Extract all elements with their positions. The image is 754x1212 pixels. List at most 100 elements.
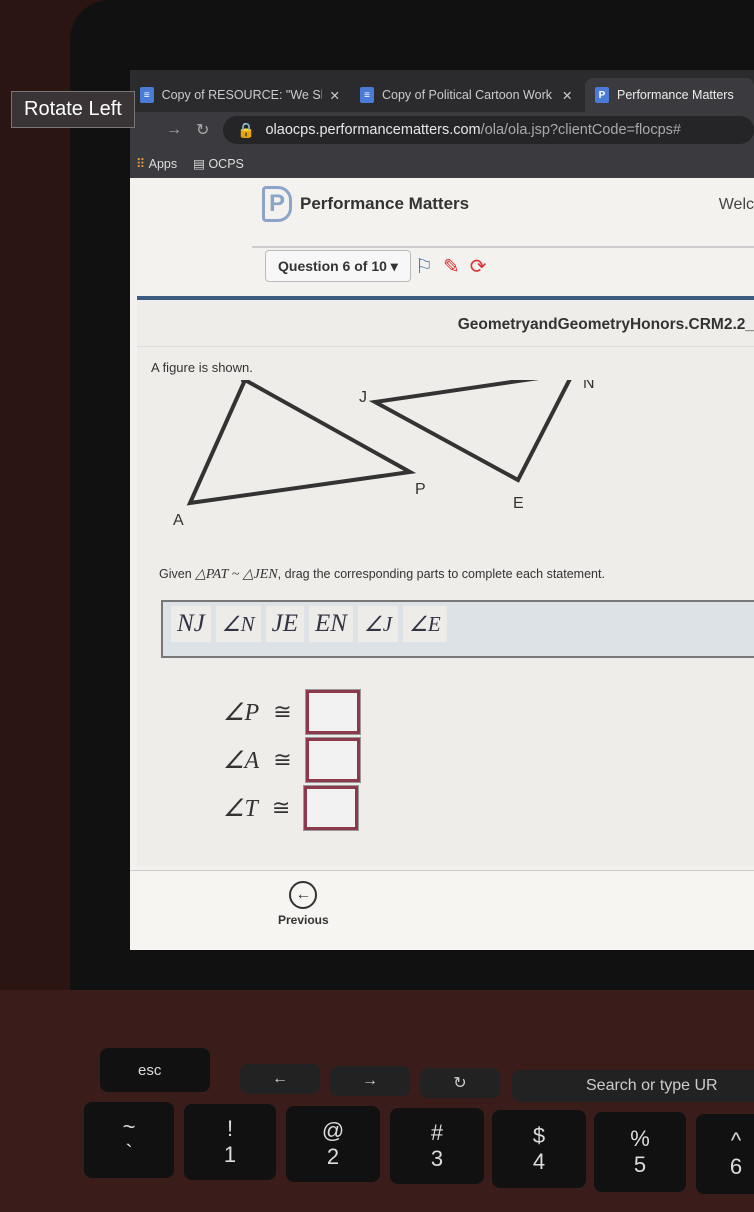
drop-target[interactable] [304,737,361,783]
forward-key[interactable]: → [330,1066,410,1096]
drag-chip[interactable]: NJ [171,606,211,642]
docs-icon: ≡ [140,87,154,103]
drop-target[interactable] [304,689,361,735]
tab-title: Copy of RESOURCE: "We Shal [161,88,322,102]
url-input[interactable]: 🔒 olaocps.performancematters.com/ola/ola.… [223,116,754,144]
congruent-sign: ≅ [273,747,292,772]
key-bottom: 1 [223,1142,237,1167]
previous-button[interactable]: ← Previous [278,881,329,927]
key-top: # [430,1120,444,1145]
key-bottom: 2 [326,1144,340,1169]
arrow-left-icon: ← [289,881,318,909]
key-top: ^ [730,1128,742,1153]
drag-bank: NJ ∠N JE EN ∠J ∠E [161,600,754,658]
statement-lhs: ∠A [223,747,260,774]
key[interactable]: ! 1 [184,1104,276,1180]
page: P Performance Matters Welc Question 6 of … [130,178,754,950]
key-bottom: 6 [729,1154,743,1179]
triangle-pat [186,380,417,506]
tab-title: Copy of Political Cartoon Work [382,88,552,102]
label-p: P [415,481,426,498]
label-t: T [237,380,247,386]
given-suffix: , drag the corresponding parts to comple… [277,567,605,581]
key[interactable]: #3 [390,1108,484,1184]
label-j: J [359,389,367,406]
key-top: ! [226,1116,234,1141]
flag-icon[interactable]: ⚐ [415,254,433,279]
statement-row: ∠A ≅ [223,737,361,783]
docs-icon: ≡ [360,87,374,103]
tab-2[interactable]: ≡ Copy of Political Cartoon Work ✕ [350,78,585,112]
footer: ← Previous [130,870,754,950]
address-bar-row: → ↻ 🔒 olaocps.performancematters.com/ola/… [130,112,754,148]
logo-text: Performance Matters [300,194,470,213]
logo: P Performance Matters [262,186,469,222]
prompt-text: A figure is shown. [151,360,253,375]
pm-icon: P [595,87,609,103]
drag-chip[interactable]: EN [309,606,353,642]
forward-icon[interactable]: → [166,121,182,139]
apps-grid-icon: ⠿ [136,156,146,171]
given-statement: Given △PAT ~ △JEN, drag the correspondin… [159,566,605,583]
drag-chip[interactable]: JE [265,606,304,642]
esc-key[interactable]: esc [100,1048,210,1092]
key-label: esc [138,1061,162,1079]
key[interactable]: @2 [286,1106,380,1182]
question-select[interactable]: Question 6 of 10 ▾ [265,250,411,282]
folder-icon: ▤ [193,156,205,171]
key[interactable]: ~ ` [84,1102,174,1178]
tab-title: Performance Matters [617,88,734,102]
drop-target[interactable] [303,785,360,831]
key-top: ~ [122,1114,136,1139]
key-bottom: 4 [532,1149,546,1174]
given-math: △PAT ~ △JEN [195,567,278,582]
key-top: % [630,1126,650,1151]
key-top: @ [321,1118,345,1143]
drag-chip[interactable]: ∠E [403,606,447,642]
bookmark-label: OCPS [208,156,244,171]
tab-1[interactable]: ≡ Copy of RESOURCE: "We Shal ✕ [130,78,350,112]
pencil-icon[interactable]: ✎ [443,254,460,279]
congruent-sign: ≅ [271,795,291,820]
logo-icon: P [262,186,292,222]
bookmark-apps[interactable]: ⠿ Apps [136,156,177,171]
key-bottom: 3 [430,1146,444,1171]
refresh-icon[interactable]: ⟳ [470,254,487,279]
drag-chip[interactable]: ∠J [357,606,399,642]
key-bottom: ` [125,1140,133,1165]
reload-key[interactable]: ↻ [420,1068,500,1098]
key-bottom: 5 [633,1152,647,1177]
screen: ≡ Copy of RESOURCE: "We Shal ✕ ≡ Copy of Po… [130,70,754,950]
question-panel: GeometryandGeometryHonors.CRM2.2_ A figu… [137,296,754,866]
back-key[interactable]: ← [240,1064,320,1094]
triangle-figure: T A P J N E [173,380,595,529]
key[interactable]: $4 [492,1110,586,1188]
rotate-left-tooltip[interactable]: Rotate Left [11,91,135,128]
congruent-sign: ≅ [273,699,292,724]
divider [252,246,754,248]
keyboard: esc ← → ↻ Search or type UR ~ ` ! 1 @2 #3 … [0,990,754,1212]
divider [137,346,754,347]
close-icon[interactable]: ✕ [330,88,340,103]
tab-3[interactable]: P Performance Matters [585,78,754,112]
previous-label: Previous [278,913,329,927]
statement-row: ∠P ≅ [223,689,361,735]
welcome-text: Welc [718,196,754,213]
reload-icon[interactable]: ↻ [196,120,209,140]
label-n: N [583,380,595,392]
bookmark-label: Apps [148,156,178,171]
statement-lhs: ∠T [223,795,258,822]
touchbar-search[interactable]: Search or type UR [512,1070,754,1102]
label-e: E [513,495,524,512]
bookmark-ocps[interactable]: ▤ OCPS [193,156,244,171]
drag-chip[interactable]: ∠N [215,606,261,642]
given-prefix: Given [159,567,192,581]
key[interactable]: % 5 [594,1112,686,1192]
question-code: GeometryandGeometryHonors.CRM2.2_ [457,316,754,333]
tab-bar: ≡ Copy of RESOURCE: "We Shal ✕ ≡ Copy of Po… [130,70,754,112]
key[interactable]: ^ 6 [696,1114,754,1194]
close-icon[interactable]: ✕ [562,88,572,103]
bookmarks-bar: ⠿ Apps ▤ OCPS [130,148,754,178]
url-path: /ola/ola.jsp?clientCode=flocps# [480,122,681,138]
statement-row: ∠T ≅ [223,785,360,831]
